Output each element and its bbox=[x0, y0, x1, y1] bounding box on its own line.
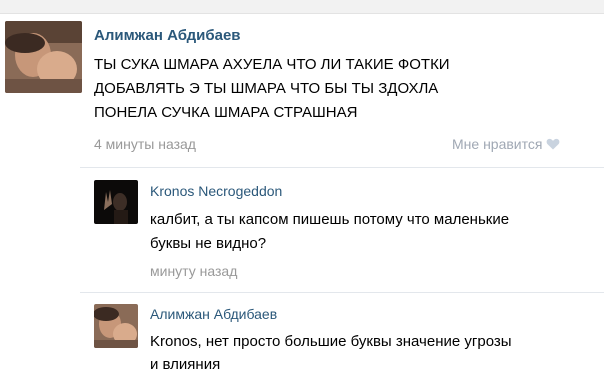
previous-item-edge bbox=[0, 0, 604, 14]
comment-text-line: ПОНЕЛА СУЧКА ШМАРА СТРАШНАЯ bbox=[94, 104, 358, 121]
reply-divider bbox=[80, 292, 604, 293]
avatar[interactable] bbox=[94, 304, 138, 348]
avatar-photo-icon bbox=[94, 180, 138, 224]
reply-author[interactable]: Алимжан Абдибаев bbox=[150, 306, 277, 322]
avatar[interactable] bbox=[94, 180, 138, 224]
reply-divider bbox=[80, 167, 604, 168]
comment-author[interactable]: Алимжан Абдибаев bbox=[94, 27, 241, 44]
like-label: Мне нравится bbox=[452, 136, 543, 152]
reply-text-line: калбит, а ты капсом пишешь потому что ма… bbox=[150, 211, 510, 228]
reply-text-line: Kronos, нет просто большие буквы значени… bbox=[150, 333, 512, 350]
reply-author[interactable]: Kronos Necrogeddon bbox=[150, 183, 282, 199]
reply-text-line: и влияния bbox=[150, 356, 221, 373]
avatar-photo-icon bbox=[94, 304, 138, 348]
comment-text-line: ТЫ СУКА ШМАРА АХУЕЛА ЧТО ЛИ ТАКИЕ ФОТКИ bbox=[94, 56, 450, 73]
comment-text-line: ДОБАВЛЯТЬ Э ТЫ ШМАРА ЧТО БЫ ТЫ ЗДОХЛА bbox=[94, 80, 439, 97]
reply-timestamp[interactable]: минуту назад bbox=[150, 263, 237, 279]
avatar-photo-icon bbox=[5, 21, 82, 93]
avatar[interactable] bbox=[5, 21, 82, 93]
like-button[interactable]: Мне нравится bbox=[452, 136, 560, 152]
reply-text-line: буквы не видно? bbox=[150, 235, 267, 252]
heart-icon bbox=[547, 138, 560, 150]
comment-timestamp[interactable]: 4 минуты назад bbox=[94, 136, 196, 152]
